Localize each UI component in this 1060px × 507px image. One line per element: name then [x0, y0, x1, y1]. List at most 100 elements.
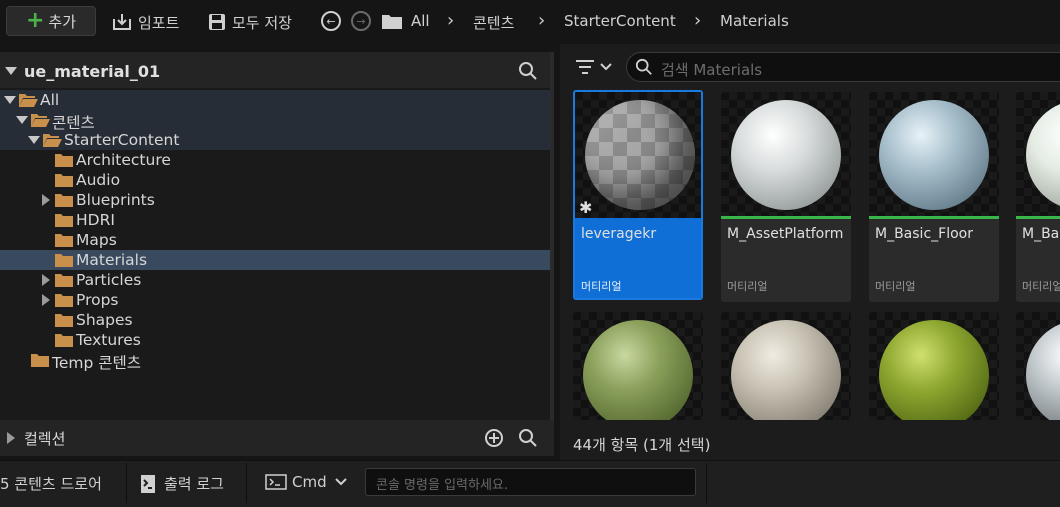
- chevron-down-icon: [334, 478, 347, 486]
- asset-type-bar: [869, 216, 999, 219]
- breadcrumb-all[interactable]: All: [411, 12, 430, 30]
- search-icon: [635, 58, 652, 75]
- console-input[interactable]: 콘솔 명령을 입력하세요.: [365, 468, 696, 496]
- asset-tile-moss[interactable]: [869, 312, 999, 420]
- tree-item[interactable]: Materials: [0, 250, 550, 270]
- asset-name: M_AssetPlatform: [727, 226, 844, 242]
- breadcrumb-content[interactable]: 콘텐츠: [473, 12, 514, 33]
- content-drawer-label: 5 콘텐츠 드로어: [0, 475, 102, 493]
- collapse-triangle-icon[interactable]: [5, 67, 17, 75]
- asset-grid: ✱ leveragekr 머티리얼 M_AssetPlatform 머티리얼 M…: [560, 90, 1060, 420]
- back-button[interactable]: ←: [321, 11, 341, 31]
- search-icon[interactable]: [518, 428, 538, 448]
- save-all-label: 모두 저장: [232, 13, 292, 32]
- asset-tile-m-bas[interactable]: M_Bas 머티리얼: [1016, 92, 1060, 302]
- tree-item[interactable]: Architecture: [0, 150, 550, 170]
- project-title: ue_material_01: [24, 62, 161, 81]
- cmd-label: Cmd: [292, 473, 327, 491]
- folder-icon: [55, 254, 73, 267]
- asset-name: M_Bas: [1022, 226, 1060, 242]
- collections-header[interactable]: 컬렉션: [0, 420, 554, 456]
- material-sphere: [1026, 320, 1060, 420]
- folder-open-icon: [19, 94, 38, 107]
- asset-tile-rock[interactable]: [721, 312, 851, 420]
- cmd-dropdown[interactable]: Cmd: [265, 473, 347, 491]
- expand-triangle-icon[interactable]: [16, 116, 28, 124]
- output-log-button[interactable]: 출력 로그: [140, 473, 224, 494]
- import-button[interactable]: 임포트: [112, 9, 179, 35]
- filter-icon[interactable]: [575, 59, 595, 75]
- chevron-down-icon[interactable]: [600, 63, 612, 71]
- sources-header[interactable]: ue_material_01: [0, 52, 554, 88]
- asset-thumbnail: [869, 92, 999, 218]
- search-icon[interactable]: [518, 61, 538, 81]
- chevron-right-icon: ›: [538, 10, 546, 31]
- chevron-right-icon: ›: [694, 10, 702, 31]
- main-toolbar: + 추가 임포트 모두 저장 ← → All › 콘텐츠 › StarterCo…: [0, 0, 1060, 44]
- tree-item[interactable]: StarterContent: [0, 130, 550, 150]
- search-placeholder: 검색 Materials: [661, 61, 763, 79]
- expand-triangle-icon[interactable]: [4, 96, 16, 104]
- breadcrumb-starter-content[interactable]: StarterContent: [564, 12, 676, 30]
- material-sphere: [583, 320, 693, 420]
- tree-item[interactable]: Particles: [0, 270, 550, 290]
- asset-tile-m-basic-floor[interactable]: M_Basic_Floor 머티리얼: [869, 92, 999, 302]
- folder-icon: [55, 214, 73, 227]
- arrow-right-icon: →: [356, 14, 366, 28]
- material-sphere: [731, 320, 841, 420]
- expand-triangle-icon[interactable]: [42, 194, 50, 206]
- expand-triangle-icon[interactable]: [42, 294, 50, 306]
- asset-thumbnail: [721, 312, 851, 420]
- status-bar: 5 콘텐츠 드로어 출력 로그 Cmd 콘솔 명령을 입력하세요.: [0, 460, 1060, 507]
- divider: [126, 463, 127, 503]
- asset-tile-leveragekr[interactable]: ✱ leveragekr 머티리얼: [573, 90, 703, 300]
- tree-item[interactable]: Blueprints: [0, 190, 550, 210]
- tree-item[interactable]: HDRI: [0, 210, 550, 230]
- material-sphere: [585, 100, 695, 210]
- material-sphere: [879, 320, 989, 420]
- asset-tile-m-assetplatform[interactable]: M_AssetPlatform 머티리얼: [721, 92, 851, 302]
- tree-item-label: All: [40, 91, 60, 109]
- asset-thumbnail: [869, 312, 999, 420]
- add-button[interactable]: + 추가: [6, 6, 96, 36]
- sources-panel: ue_material_01 All 콘텐츠 StarterContent Archi…: [0, 52, 554, 420]
- asset-type: 머티리얼: [581, 280, 622, 293]
- folder-icon: [55, 314, 73, 327]
- log-icon: [141, 474, 155, 493]
- tree-item[interactable]: Maps: [0, 230, 550, 250]
- folder-icon: [55, 334, 73, 347]
- tree-item[interactable]: Audio: [0, 170, 550, 190]
- tree-item-label: Shapes: [76, 311, 133, 329]
- asset-thumbnail: ✱: [575, 92, 701, 218]
- tree-item[interactable]: All: [0, 90, 550, 110]
- folder-icon: [55, 294, 73, 307]
- tree-item[interactable]: 콘텐츠: [0, 110, 550, 132]
- asset-name: M_Basic_Floor: [875, 226, 973, 242]
- asset-tile-metal[interactable]: [1016, 312, 1060, 420]
- tree-item-label: Blueprints: [76, 191, 155, 209]
- terminal-icon: [265, 474, 287, 490]
- tree-item[interactable]: Temp 콘텐츠: [0, 350, 550, 372]
- tree-item-label: Materials: [76, 251, 148, 269]
- search-input[interactable]: 검색 Materials: [626, 52, 1060, 82]
- forward-button[interactable]: →: [351, 11, 371, 31]
- tree-item[interactable]: Shapes: [0, 310, 550, 330]
- import-icon: [113, 14, 131, 30]
- tree-item[interactable]: Textures: [0, 330, 550, 350]
- expand-triangle-icon[interactable]: [28, 136, 40, 144]
- tree-scrollbar[interactable]: [550, 52, 554, 420]
- tree-item[interactable]: Props: [0, 290, 550, 310]
- asset-tile-grass[interactable]: [573, 312, 703, 420]
- asset-thumbnail: [721, 92, 851, 218]
- tree-item-label: Temp 콘텐츠: [52, 354, 142, 372]
- arrow-left-icon: ←: [326, 14, 336, 28]
- add-collection-icon[interactable]: [484, 428, 504, 448]
- folder-icon: [55, 234, 73, 247]
- expand-triangle-icon[interactable]: [42, 274, 50, 286]
- asset-type-bar: [721, 216, 851, 219]
- content-drawer-button[interactable]: 5 콘텐츠 드로어: [0, 473, 102, 494]
- save-all-button[interactable]: 모두 저장: [208, 9, 292, 35]
- folder-icon: [31, 354, 49, 367]
- breadcrumb-materials[interactable]: Materials: [720, 12, 789, 30]
- expand-triangle-icon[interactable]: [7, 432, 15, 444]
